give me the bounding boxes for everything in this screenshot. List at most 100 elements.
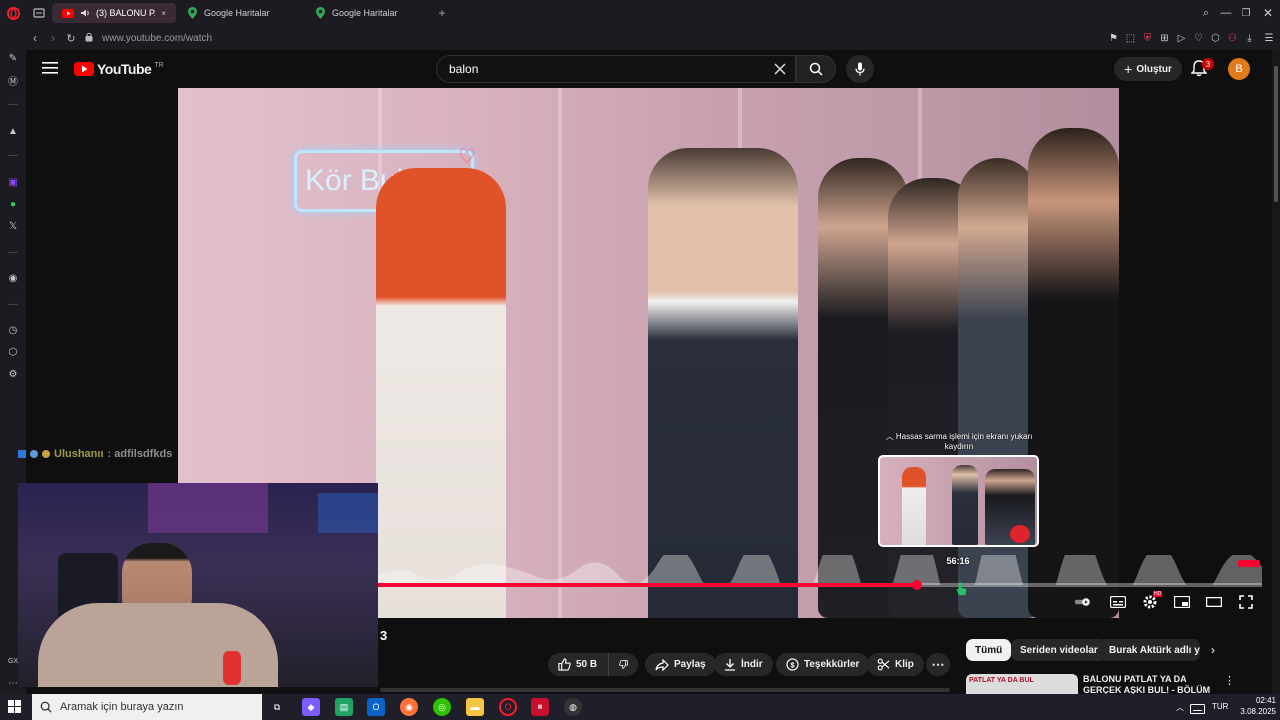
autoplay-toggle[interactable] [1074,593,1092,611]
windows-start-icon[interactable] [8,700,21,718]
whatsapp-icon[interactable]: ● [6,197,20,211]
tab-youtube[interactable]: (3) BALONU PATLAT × [52,3,176,23]
ai-icon[interactable]: ▲ [6,124,20,138]
app-icon-red[interactable]: ▦ [531,698,549,716]
person-man-suit [648,148,798,618]
youtube-logo[interactable]: YouTube TR [74,61,164,77]
extensions-icon[interactable]: ⬡ [1207,33,1224,44]
fullscreen-icon[interactable] [1237,593,1255,611]
create-label: Oluştur [1136,63,1172,75]
vpn-icon[interactable]: ⊞ [1156,33,1173,44]
history-icon[interactable]: ◷ [6,323,20,337]
recommendation-title[interactable]: BALONU PATLAT YA DA GERÇEK AŞKI BUL! - B… [1083,674,1213,694]
tab-google-maps-2[interactable]: Google Haritalar [304,3,432,23]
avatar[interactable]: B [1228,58,1250,80]
download-arrow-icon [725,659,735,671]
download-icon[interactable]: ⤓ [1241,33,1258,44]
recommendation-menu-icon[interactable]: ⋮ [1224,674,1235,687]
workspaces-icon[interactable] [26,0,52,26]
miniplayer-icon[interactable] [1173,593,1191,611]
tab-label: Google Haritalar [204,8,270,18]
keyboard-icon[interactable] [1190,701,1205,719]
forward-icon[interactable]: › [44,31,62,45]
chip-all[interactable]: Tümü [966,639,1012,661]
scrub-preview-thumbnail [878,455,1039,547]
app-icon-purple[interactable]: ◆ [302,698,320,716]
wechat-icon[interactable]: ◎ [433,698,451,716]
language-indicator[interactable]: TUR [1212,702,1228,711]
sidebar-divider: — [8,246,18,258]
tab-close-icon[interactable]: × [161,9,166,18]
subtitles-icon[interactable] [1109,593,1127,611]
chip-uploader[interactable]: Burak Aktürk adlı yük [1100,639,1200,661]
more-actions-button[interactable]: ⋯ [926,653,950,676]
preview-balloon [1010,525,1030,543]
profile-icon[interactable]: ⚇ [1224,33,1241,44]
sidebar-divider: — [8,149,18,161]
horizontal-scrollbar[interactable] [380,688,950,692]
speaker-icon[interactable] [80,7,90,19]
notification-badge: 3 [1202,58,1214,70]
recommendation-thumbnail[interactable]: PATLAT YA DA BUL [966,674,1078,694]
chip-series[interactable]: Seriden videolar [1011,639,1107,661]
music-player-icon[interactable]: ◉ [6,271,20,285]
neon-heart-icon: ♡ [458,146,476,168]
menu-icon[interactable]: ☰ [1258,33,1280,44]
back-icon[interactable]: ‹ [26,31,44,45]
settings-gear-icon[interactable]: HD [1141,591,1163,611]
create-button[interactable]: + Oluştur [1114,57,1182,81]
x-icon[interactable]: 𝕏 [6,219,20,233]
obs-icon[interactable]: ◍ [564,698,582,716]
player-icon[interactable]: ▷ [1173,33,1190,44]
shield-icon[interactable]: ⛨ [1139,33,1156,44]
opera-gx-taskbar-icon[interactable]: O [499,698,517,716]
thanks-button[interactable]: $ Teşekkürler [776,653,870,676]
voice-search-button[interactable] [846,55,874,83]
video-title: 3 [380,628,388,643]
firefox-icon[interactable]: ◉ [400,698,418,716]
most-replayed-heatmap [378,555,1262,585]
heart-icon[interactable]: ♡ [1190,33,1207,44]
search-input[interactable]: balon [436,55,796,83]
aria-icon[interactable]: ✎ [6,51,20,65]
search-button[interactable] [796,55,836,83]
messenger-icon[interactable]: Ⓜ [6,73,20,88]
clip-label: Klip [895,659,914,670]
hamburger-menu-icon[interactable] [42,61,58,80]
reload-icon[interactable]: ↻ [62,32,80,45]
url-field[interactable]: www.youtube.com/watch [102,33,212,44]
app-icon-green[interactable]: ▤ [335,698,353,716]
chips-next-chevron-icon[interactable]: › [1211,643,1215,657]
share-button[interactable]: Paylaş [645,653,716,676]
settings-icon[interactable]: ⚙ [6,367,20,381]
dislike-button[interactable] [608,653,638,676]
like-button[interactable]: 50 B [548,653,608,676]
snapshot-icon[interactable]: ⬚ [1122,33,1139,44]
restore-icon[interactable]: ❐ [1236,8,1256,19]
taskbar-search-input[interactable]: Aramak için buraya yazın [32,694,262,720]
chat-username: Ulushanıı [54,448,104,460]
thumbs-down-icon [619,660,628,669]
tray-chevron-icon[interactable]: ︿ [1176,702,1184,713]
minimize-icon[interactable]: — [1216,7,1236,19]
page-scrollbar[interactable] [1272,50,1280,694]
page-scrollbar-thumb[interactable] [1274,66,1278,202]
tab-google-maps-1[interactable]: Google Haritalar [176,3,304,23]
outlook-icon[interactable]: O [367,698,385,716]
tab-search-icon[interactable]: ⌕ [1196,7,1216,20]
download-button[interactable]: İndir [714,653,773,676]
twitch-icon[interactable]: ▣ [6,175,20,189]
close-window-icon[interactable]: ✕ [1256,6,1280,20]
opera-logo-icon[interactable] [0,0,26,26]
file-explorer-icon[interactable]: ▬ [466,698,484,716]
taskbar-clock[interactable]: 02:41 3.08.2025 [1230,695,1276,717]
wall-stripe [558,88,562,618]
task-view-icon[interactable]: ⧉ [268,698,286,716]
clip-button[interactable]: Klip [867,653,924,676]
extensions-sidebar-icon[interactable]: ⬡ [6,345,20,359]
chat-message: : adfilsdfkds [107,448,173,460]
clear-search-icon[interactable] [773,62,787,79]
bookmark-icon[interactable]: ⚑ [1105,33,1122,44]
theater-mode-icon[interactable] [1205,593,1223,611]
new-tab-icon[interactable]: + [432,6,452,20]
